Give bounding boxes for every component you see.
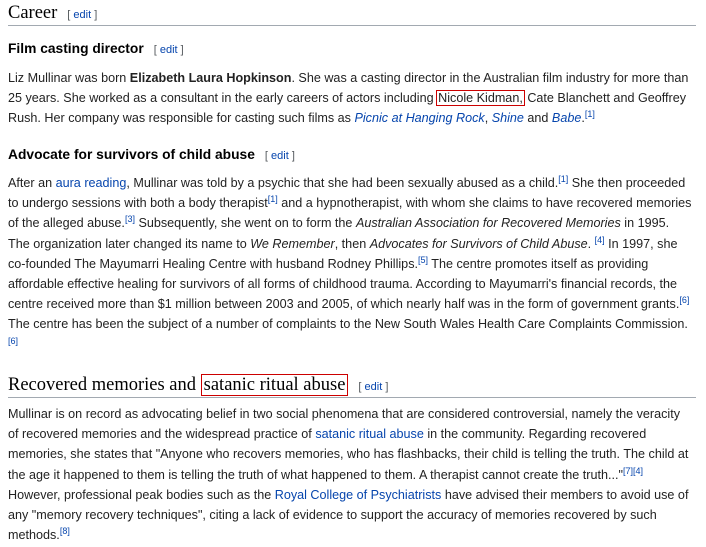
highlighted-heading-part: satanic ritual abuse xyxy=(200,374,349,396)
birth-name: Elizabeth Laura Hopkinson xyxy=(129,71,292,85)
edit-section: [ edit ] xyxy=(264,150,295,162)
citation-link[interactable]: [1] xyxy=(585,109,595,119)
citation-link[interactable]: [1] xyxy=(268,194,278,204)
paragraph-advocate: After an aura reading, Mullinar was told… xyxy=(8,173,692,355)
subsection-heading-film: Film casting director [ edit ] xyxy=(8,39,184,60)
section-heading-career: Career [ edit ] xyxy=(8,1,696,26)
citation: [3] xyxy=(125,214,135,224)
citation: [7][4] xyxy=(623,466,643,476)
edit-link[interactable]: edit xyxy=(160,44,178,56)
citation: [8] xyxy=(60,526,70,536)
edit-section: [ edit ] xyxy=(67,9,98,21)
citation-link[interactable]: [5] xyxy=(418,255,428,265)
film-link-shine[interactable]: Shine xyxy=(492,111,524,125)
sra-link[interactable]: satanic ritual abuse xyxy=(315,427,424,441)
org-name: Australian Association for Recovered Mem… xyxy=(355,216,621,231)
text: and xyxy=(523,111,552,126)
paragraph-recovered: Mullinar is on record as advocating beli… xyxy=(8,404,692,545)
text: However, professional peak bodies such a… xyxy=(8,487,275,502)
text: Liz Mullinar was born xyxy=(8,71,130,85)
film-link-picnic[interactable]: Picnic at Hanging Rock xyxy=(354,111,484,125)
edit-section: [ edit ] xyxy=(153,44,184,56)
text: , then xyxy=(334,236,370,251)
aura-reading-link[interactable]: aura reading xyxy=(56,176,127,190)
highlighted-name: Nicole Kidman, xyxy=(436,90,525,107)
subsection-title: Film casting director xyxy=(8,41,144,56)
citation: [1] xyxy=(585,109,595,119)
rcp-link[interactable]: Royal College of Psychiatrists xyxy=(275,488,442,502)
citation-link[interactable]: [6] xyxy=(679,295,689,305)
citation-link[interactable]: [8] xyxy=(60,526,70,536)
citation: [5] xyxy=(418,255,428,265)
section-heading-recovered: Recovered memories and satanic ritual ab… xyxy=(8,373,696,398)
film-link-babe[interactable]: Babe xyxy=(552,111,581,125)
edit-link[interactable]: edit xyxy=(271,150,289,162)
citation: [1] xyxy=(558,174,568,184)
subsection-title: Advocate for survivors of child abuse xyxy=(8,147,255,162)
citation: [1] xyxy=(268,194,278,204)
edit-link[interactable]: edit xyxy=(73,9,91,21)
org-name: We Remember xyxy=(250,236,335,251)
text: . xyxy=(587,236,595,251)
text: , xyxy=(484,111,492,126)
citation: [6] xyxy=(679,295,689,305)
citation-link[interactable]: [7] xyxy=(623,466,633,476)
citation-link[interactable]: [4] xyxy=(633,466,643,476)
citation: [4] xyxy=(595,235,605,245)
subsection-heading-advocate: Advocate for survivors of child abuse [ e… xyxy=(8,145,295,166)
citation-link[interactable]: [4] xyxy=(595,235,605,245)
section-title-part: Recovered memories and xyxy=(8,375,201,395)
paragraph-film: Liz Mullinar was born Elizabeth Laura Ho… xyxy=(8,68,692,129)
text: After an xyxy=(8,176,56,190)
citation-link[interactable]: [1] xyxy=(558,174,568,184)
edit-section: [ edit ] xyxy=(358,381,389,393)
section-title: Career xyxy=(8,3,58,23)
text: Subsequently, she went on to form the xyxy=(134,216,356,231)
text: The centre has been the subject of a num… xyxy=(8,317,688,332)
citation-link[interactable]: [6] xyxy=(8,336,18,346)
org-name: Advocates for Survivors of Child Abuse xyxy=(369,236,588,251)
edit-link[interactable]: edit xyxy=(365,381,383,393)
citation: [6] xyxy=(8,336,18,346)
citation-link[interactable]: [3] xyxy=(125,214,135,224)
text: , Mullinar was told by a psychic that sh… xyxy=(126,176,559,190)
